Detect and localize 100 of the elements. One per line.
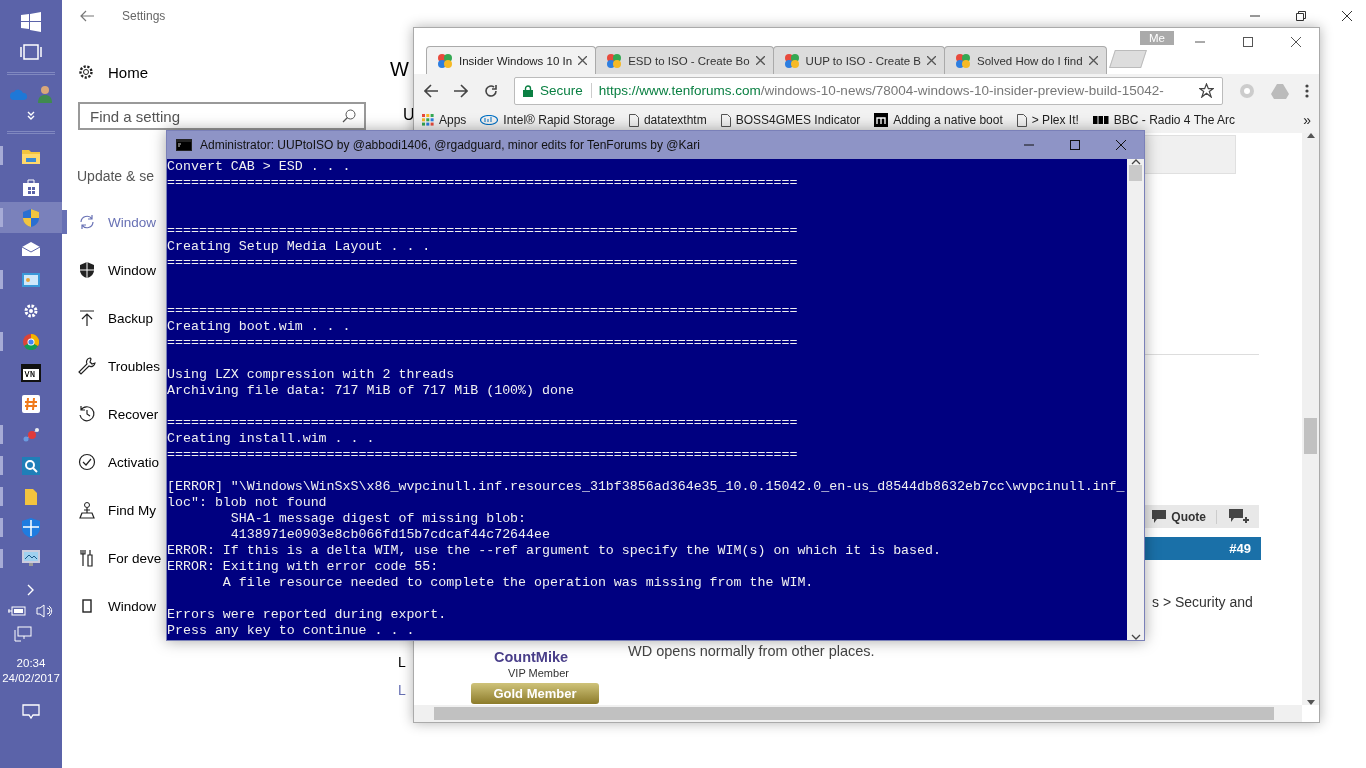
multi-quote-icon[interactable]	[1229, 509, 1249, 524]
bookmark[interactable]: datatexthtm	[628, 113, 707, 127]
scroll-thumb[interactable]	[1304, 418, 1317, 454]
chevron-right-icon[interactable]	[27, 584, 35, 596]
settings-nav-item[interactable]: Backup	[62, 294, 154, 342]
console-icon	[176, 139, 192, 151]
secure-label: Secure	[540, 83, 592, 98]
page-text: U	[403, 106, 415, 124]
pinwheel-icon	[606, 52, 623, 69]
magnifier-app-icon	[22, 456, 40, 475]
speaker-icon[interactable]	[36, 604, 54, 618]
username-link[interactable]: CountMike	[494, 649, 569, 665]
scroll-down-icon[interactable]	[1130, 634, 1141, 640]
restore-icon[interactable]	[1296, 11, 1306, 21]
shield-icon	[23, 208, 39, 227]
star-icon[interactable]	[1199, 83, 1214, 98]
settings-nav-item[interactable]: Window	[62, 582, 156, 630]
section-heading: Update & se	[77, 168, 155, 184]
network-icon[interactable]	[14, 626, 33, 642]
check-icon	[78, 453, 96, 471]
page-icon	[720, 113, 731, 127]
bookmark[interactable]: Apps	[422, 113, 467, 127]
close-icon[interactable]	[927, 56, 937, 65]
quote-button[interactable]: Quote	[1152, 509, 1217, 524]
address-bar[interactable]: Secure https://www.tenforums.com/windows-10-news/78004-windows-10-insider-preview-build-15042-	[514, 76, 1223, 105]
clock[interactable]: 20:34 24/02/2017	[2, 656, 60, 686]
battery-plug-icon[interactable]	[8, 605, 26, 617]
shield-icon	[78, 261, 96, 279]
gear-icon	[78, 64, 94, 80]
vertical-scrollbar[interactable]	[1302, 133, 1319, 705]
scroll-thumb[interactable]	[434, 707, 1274, 720]
settings-nav-item[interactable]: Troubles	[62, 342, 161, 390]
search-field[interactable]: Find a setting	[78, 102, 366, 130]
control-panel-icon	[22, 272, 40, 287]
more-bookmarks-button[interactable]: »	[1303, 112, 1311, 128]
close-icon[interactable]	[755, 56, 765, 65]
tools-icon	[78, 549, 96, 567]
settings-nav-item[interactable]: Recover	[62, 390, 159, 438]
pinwheel-icon	[955, 52, 972, 69]
scroll-up-icon[interactable]	[1130, 159, 1141, 165]
padlock-icon	[523, 84, 533, 97]
reload-icon[interactable]	[484, 83, 498, 98]
back-arrow-icon[interactable]	[424, 83, 438, 98]
history-icon	[78, 405, 96, 423]
close-icon[interactable]	[578, 56, 588, 65]
upload-icon	[78, 309, 96, 327]
post-text: s > Security and	[1152, 594, 1253, 610]
bag-icon	[23, 177, 39, 196]
bookmark[interactable]: BBC - Radio 4 The Arc	[1092, 113, 1235, 127]
home-link[interactable]: Home	[62, 56, 382, 88]
intel-icon	[480, 115, 499, 125]
folder-icon	[22, 147, 40, 164]
page-icon	[1016, 113, 1027, 127]
vertical-scrollbar[interactable]	[1127, 159, 1144, 640]
close-icon[interactable]	[1291, 37, 1301, 47]
settings-nav-item[interactable]: Find My	[62, 486, 156, 534]
horizontal-scrollbar[interactable]	[414, 705, 1302, 722]
envelope-icon	[22, 241, 40, 256]
member-badge: Gold Member	[471, 683, 599, 704]
console-output: Convert CAB > ESD . . . =============================================================================== =============================================================================== Creating Setup Media Layout . . . =============================================================================== =============================================================================== Creating boot.wim . . . =============================================================================== Using LZX compression with 2 threads Archiving file data: 717 MiB of 717 MiB (100%) done =============================================================================== Creating install.wim . . . =============================================================================== [ERROR] "\Windows\WinSxS\x86_wvpcinull.inf.resources_31bf3856ad364e35_10.0.15042.0_en-us_d8544db8632eb7cc\wvpcinull.inf_ loc": blob not found SHA-1 message digest of missing blob: 4138971e0903e8cb066fd15b7cdcaf44c72644ee ERROR: If this is a delta WIM, use the --ref argument to specify the WIM(s) on which it is based. ERROR: Exiting with error code 55: A file resource needed to complete the operation was missing from the WIM. Errors were reported during export. Press any key to continue . . .	[167, 159, 1126, 640]
monitor-icon	[22, 549, 40, 568]
browser-tab[interactable]: ESD to ISO - Create Bo	[595, 46, 774, 74]
bookmark[interactable]: Adding a native boot	[874, 113, 1003, 127]
bookmark[interactable]: Intel® Rapid Storage	[480, 113, 615, 127]
browser-tab[interactable]: Solved How do I find	[944, 46, 1107, 74]
close-icon[interactable]	[1088, 56, 1098, 65]
notification-icon[interactable]	[22, 704, 40, 720]
forward-arrow-icon[interactable]	[454, 83, 468, 98]
browser-tab[interactable]: UUP to ISO - Create B	[772, 46, 946, 74]
settings-nav-item[interactable]: For deve	[62, 534, 162, 582]
settings-nav-item[interactable]: Activatio	[62, 438, 160, 486]
browser-tab[interactable]: Insider Windows 10 In	[426, 46, 597, 74]
settings-nav-item[interactable]: Window	[62, 246, 156, 294]
close-icon[interactable]	[1116, 140, 1126, 150]
window-title: Settings	[122, 9, 166, 23]
back-arrow-icon[interactable]	[80, 10, 94, 22]
double-chevron-icon[interactable]	[26, 111, 36, 121]
user-rank: VIP Member	[508, 667, 569, 679]
scroll-thumb[interactable]	[1129, 165, 1142, 181]
settings-nav-item[interactable]: Window	[62, 198, 156, 246]
scroll-down-icon[interactable]	[1306, 700, 1315, 705]
shield-icon	[22, 517, 40, 538]
close-icon[interactable]	[1342, 11, 1352, 21]
person-icon[interactable]	[38, 85, 52, 103]
maximize-icon[interactable]	[1070, 140, 1080, 150]
windows-logo-icon[interactable]	[21, 12, 41, 32]
task-view-icon[interactable]	[20, 44, 42, 60]
clock-time: 20:34	[16, 656, 46, 671]
search-icon	[342, 109, 356, 123]
bookmark[interactable]: > Plex It!	[1016, 113, 1079, 127]
molecule-icon	[22, 426, 40, 443]
quote-icon	[1152, 510, 1167, 523]
post-number[interactable]: #49	[1229, 541, 1251, 556]
pinwheel-icon	[437, 52, 453, 69]
maximize-icon[interactable]	[1243, 37, 1253, 47]
page-icon	[628, 113, 639, 127]
page-text: W	[390, 58, 409, 81]
menu-icon[interactable]	[1305, 83, 1309, 98]
bbc-icon	[1092, 116, 1109, 124]
bookmark[interactable]: BOSS4GMES Indicator	[720, 113, 861, 127]
